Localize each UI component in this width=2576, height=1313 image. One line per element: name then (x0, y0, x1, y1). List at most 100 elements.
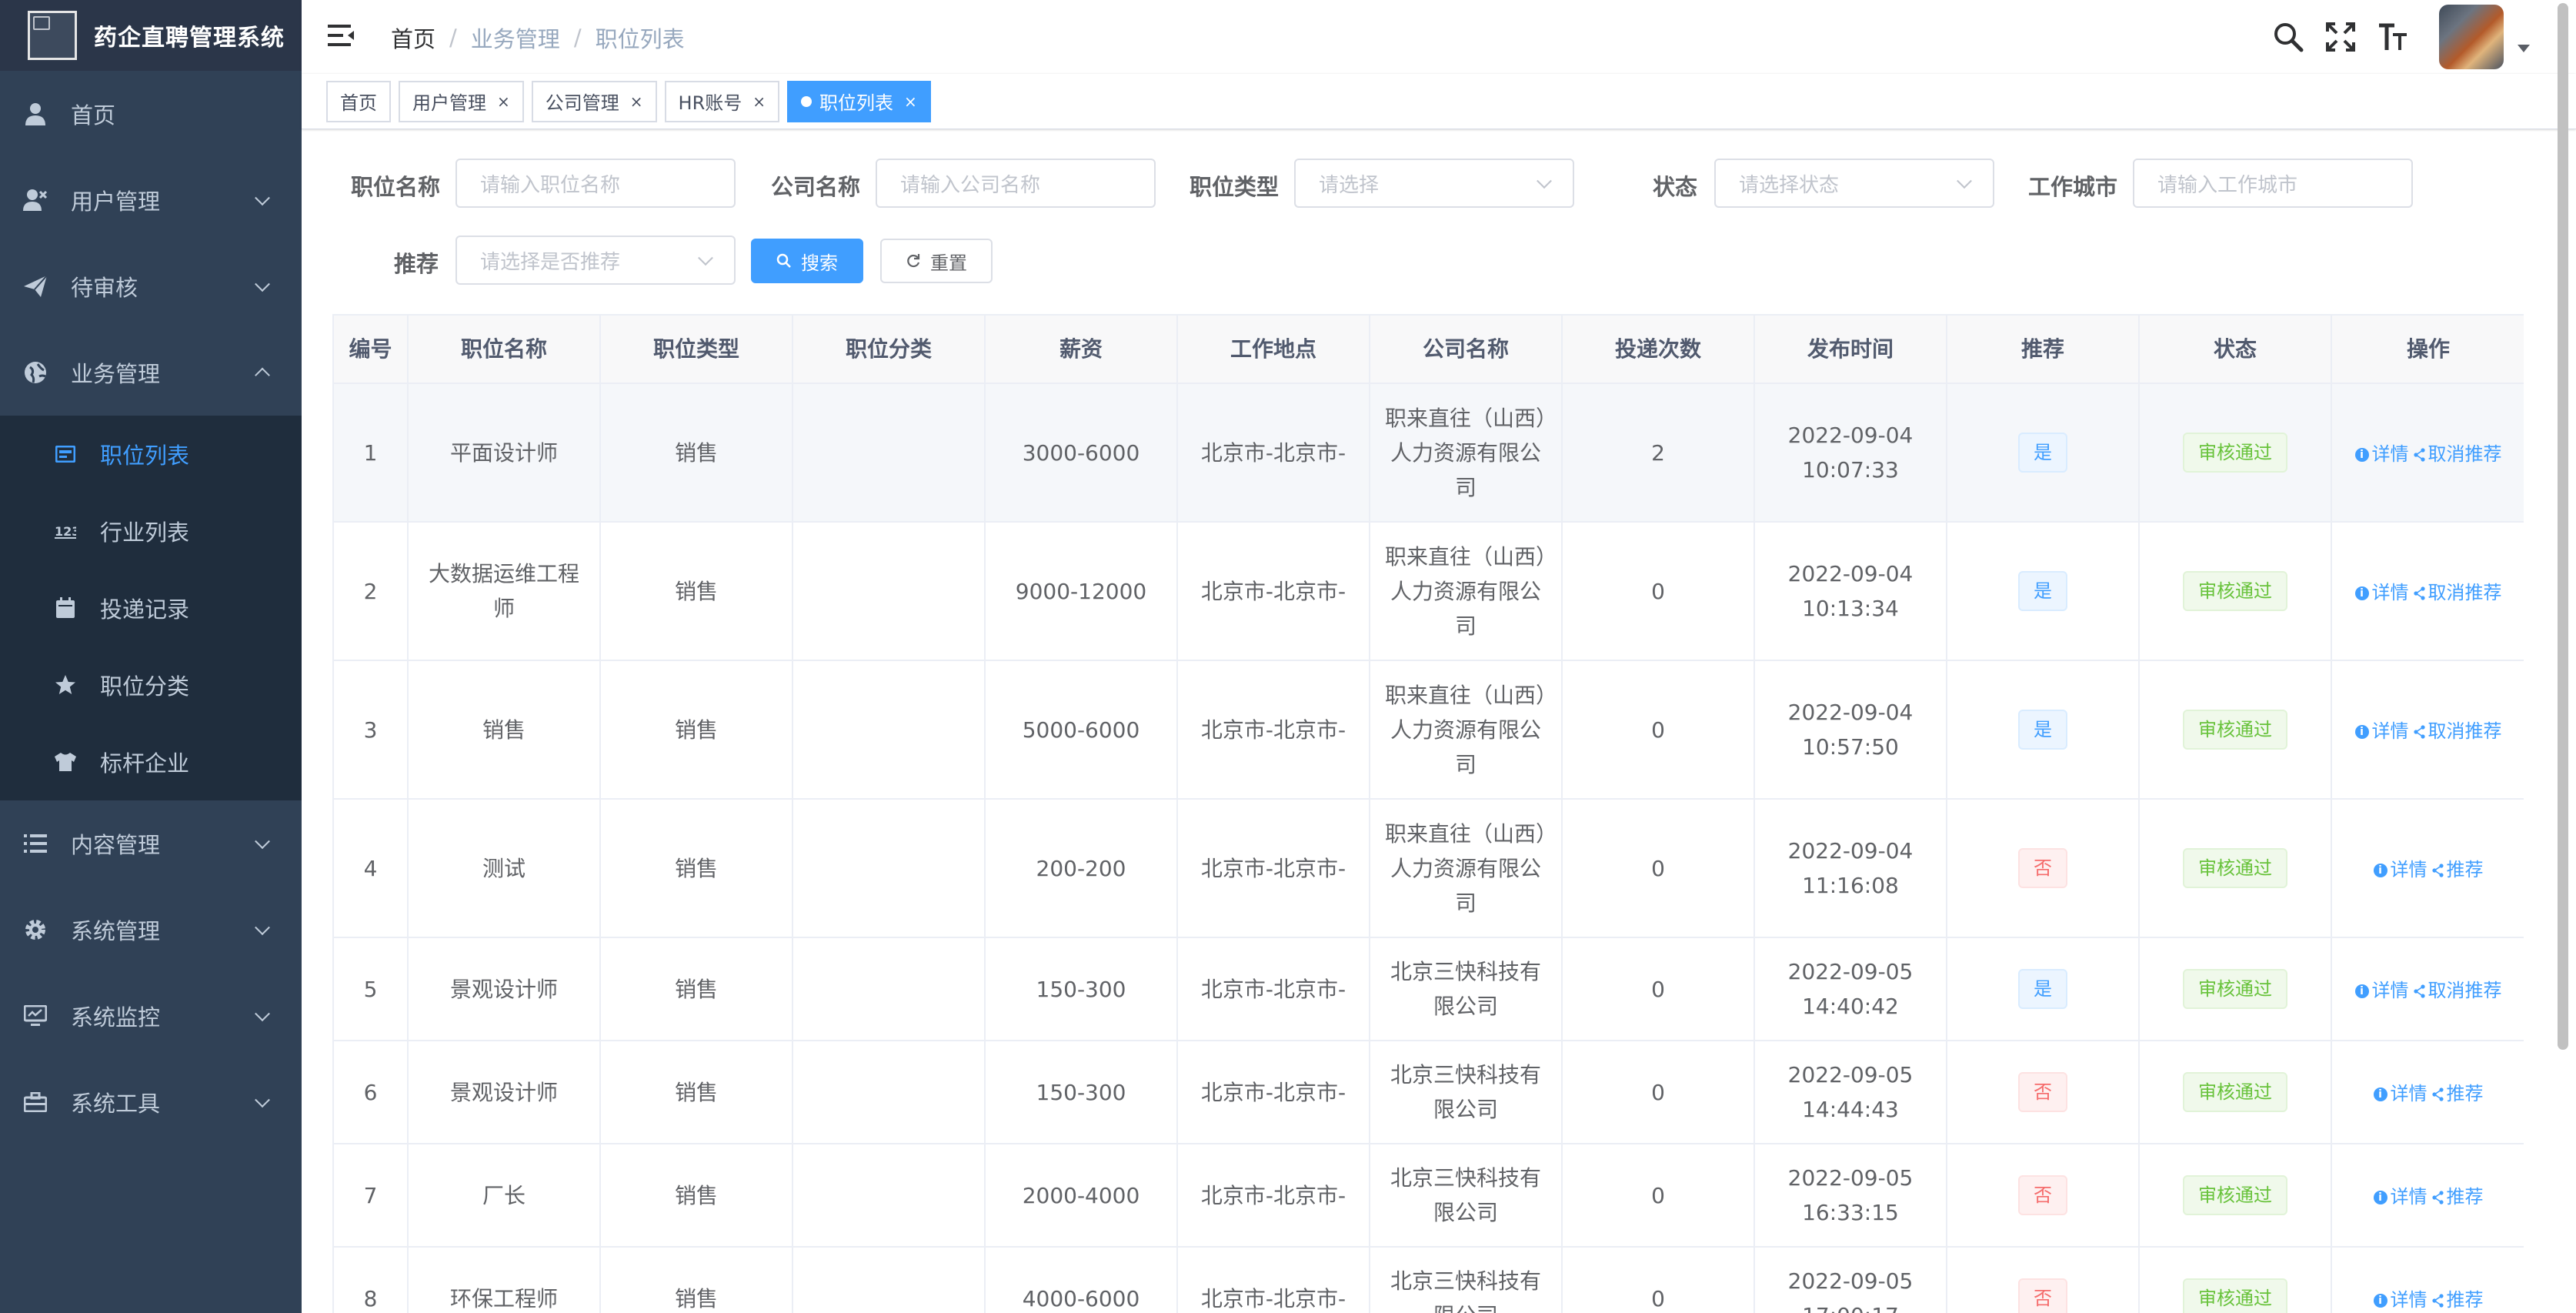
reset-button[interactable]: 重置 (880, 239, 993, 283)
sidebar-item-home[interactable]: 首页 (0, 71, 302, 157)
recommend-toggle-link[interactable]: 取消推荐 (2413, 974, 2502, 1008)
recommend-toggle-link[interactable]: 推荐 (2431, 1283, 2484, 1313)
table-row[interactable]: 3 销售 销售 5000-6000 北京市-北京市- 职来直往（山西）人力资源有限公司 0 2… (334, 660, 2524, 800)
sidebar-item-content[interactable]: 内容管理 (0, 800, 302, 887)
city-input[interactable]: 请输入工作城市 (2133, 159, 2413, 208)
job-name-label: 职位名称 (351, 174, 441, 200)
table-row[interactable]: 6 景观设计师 销售 150-300 北京市-北京市- 北京三快科技有限公司 0 2022-0… (334, 1041, 2524, 1144)
operations: i 详情 推荐 (2373, 853, 2484, 887)
cell-status: 审核通过 (2139, 660, 2332, 800)
detail-link[interactable]: i 详情 (2354, 576, 2409, 610)
active-dot-icon (801, 95, 813, 107)
cell-location: 北京市-北京市- (1177, 660, 1370, 800)
cell-publish-time: 2022-09-05 14:40:42 (1754, 937, 1947, 1041)
monitor-icon (23, 1004, 48, 1028)
cell-job-type: 销售 (600, 799, 793, 938)
hamburger-icon[interactable] (328, 23, 355, 51)
cell-status: 审核通过 (2139, 1041, 2332, 1144)
detail-link[interactable]: i 详情 (2354, 974, 2409, 1008)
recommend-select[interactable]: 请选择是否推荐 (455, 236, 736, 285)
table-row[interactable]: 5 景观设计师 销售 150-300 北京市-北京市- 北京三快科技有限公司 0 2022-0… (334, 937, 2524, 1041)
breadcrumb-business[interactable]: 业务管理 (471, 22, 560, 54)
close-icon[interactable]: × (497, 92, 510, 111)
info-icon: i (2373, 1190, 2387, 1204)
cell-salary: 2000-4000 (985, 1144, 1178, 1248)
tag-job-list[interactable]: 职位列表 × (787, 80, 931, 122)
svg-text:123: 123 (55, 524, 76, 539)
detail-link[interactable]: i 详情 (2354, 437, 2409, 472)
detail-link[interactable]: i 详情 (2373, 853, 2428, 887)
detail-link[interactable]: i 详情 (2373, 1283, 2428, 1313)
recommend-toggle-link[interactable]: 推荐 (2431, 853, 2484, 887)
close-icon[interactable]: × (752, 92, 766, 111)
chevron-down-icon (255, 1092, 270, 1108)
table-row[interactable]: 1 平面设计师 销售 3000-6000 北京市-北京市- 职来直往（山西）人力资源有限公… (334, 383, 2524, 523)
sidebar-item-benchmark-company[interactable]: 标杆企业 (0, 723, 302, 800)
card-icon (54, 443, 77, 466)
search-button[interactable]: 搜索 (751, 239, 863, 283)
search-icon[interactable] (2271, 20, 2305, 54)
sidebar-item-label: 系统工具 (71, 1091, 161, 1117)
table-row[interactable]: 4 测试 销售 200-200 北京市-北京市- 职来直往（山西）人力资源有限公司 0 202… (334, 799, 2524, 938)
sidebar-item-business[interactable]: 业务管理 (0, 329, 302, 416)
info-icon: i (2354, 586, 2369, 600)
detail-link[interactable]: i 详情 (2354, 714, 2409, 749)
sidebar-item-tools[interactable]: 系统工具 (0, 1059, 302, 1145)
tags-view: 首页 用户管理 × 公司管理 × HR账号 × 职位列表 × (302, 74, 2576, 129)
detail-link[interactable]: i 详情 (2373, 1180, 2428, 1214)
breadcrumb-home[interactable]: 首页 (391, 22, 435, 54)
cell-company: 北京三快科技有限公司 (1370, 1144, 1563, 1248)
recommend-toggle-link[interactable]: 取消推荐 (2413, 714, 2502, 749)
sidebar-item-label: 业务管理 (71, 361, 161, 387)
tag-label: 职位列表 (819, 92, 894, 114)
recommend-toggle-link[interactable]: 取消推荐 (2413, 576, 2502, 610)
cell-operations: i 详情 推荐 (2331, 1247, 2524, 1313)
table-row[interactable]: 2 大数据运维工程师 销售 9000-12000 北京市-北京市- 职来直往（山西）人力资… (334, 522, 2524, 661)
tag-label: 用户管理 (412, 92, 486, 114)
tag-hr-account[interactable]: HR账号 × (664, 80, 780, 122)
cell-location: 北京市-北京市- (1177, 383, 1370, 523)
cell-job-category (792, 1041, 986, 1144)
operations: i 详情 推荐 (2373, 1077, 2484, 1111)
tag-home[interactable]: 首页 (326, 80, 391, 122)
fullscreen-icon[interactable] (2324, 20, 2357, 54)
sidebar-item-user-management[interactable]: 用户管理 (0, 157, 302, 243)
company-name-input[interactable]: 请输入公司名称 (876, 159, 1156, 208)
avatar[interactable] (2439, 5, 2504, 69)
status-badge: 审核通过 (2183, 433, 2287, 473)
sidebar-item-system[interactable]: 系统管理 (0, 887, 302, 973)
sidebar-item-industry-list[interactable]: 123 行业列表 (0, 493, 302, 570)
font-size-icon[interactable] (2376, 20, 2410, 54)
tag-company-management[interactable]: 公司管理 × (531, 80, 657, 122)
detail-link[interactable]: i 详情 (2373, 1077, 2428, 1111)
close-icon[interactable]: × (630, 92, 643, 111)
cell-job-type: 销售 (600, 1144, 793, 1248)
sidebar-item-job-list[interactable]: 职位列表 (0, 416, 302, 493)
status-badge: 审核通过 (2183, 710, 2287, 750)
table-row[interactable]: 8环保工程师销售 4000-6000北京市-北京市-北京三快科技有限公司02022… (334, 1247, 2524, 1313)
scrollbar-thumb[interactable] (2558, 3, 2568, 1050)
recommend-toggle-link[interactable]: 推荐 (2431, 1077, 2484, 1111)
job-type-select[interactable]: 请选择 (1294, 159, 1574, 208)
cell-job-name: 景观设计师 (408, 1041, 601, 1144)
sidebar-item-job-category[interactable]: 职位分类 (0, 646, 302, 723)
sidebar-item-delivery-records[interactable]: 投递记录 (0, 570, 302, 646)
table-row[interactable]: 7 厂长 销售 2000-4000 北京市-北京市- 北京三快科技有限公司 0 2022-09… (334, 1144, 2524, 1248)
close-icon[interactable]: × (904, 92, 917, 111)
user-dropdown[interactable] (2439, 5, 2530, 69)
status-badge: 审核通过 (2183, 571, 2287, 611)
status-select[interactable]: 请选择状态 (1714, 159, 1994, 208)
job-name-input[interactable]: 请输入职位名称 (455, 159, 736, 208)
page-scrollbar[interactable] (2558, 0, 2570, 1313)
sidebar-item-pending[interactable]: 待审核 (0, 243, 302, 329)
cell-operations: i 详情 推荐 (2331, 799, 2524, 938)
recommend-toggle-link[interactable]: 推荐 (2431, 1180, 2484, 1214)
tag-label: HR账号 (678, 92, 742, 114)
cell-job-name: 景观设计师 (408, 937, 601, 1041)
recommend-toggle-link[interactable]: 取消推荐 (2413, 437, 2502, 472)
cell-company: 职来直往（山西）人力资源有限公司 (1370, 660, 1563, 800)
tag-user-management[interactable]: 用户管理 × (399, 80, 524, 122)
sidebar-item-monitor[interactable]: 系统监控 (0, 973, 302, 1059)
cell-applies: 0 (1562, 1247, 1755, 1313)
cell-company: 北京三快科技有限公司 (1370, 1041, 1563, 1144)
